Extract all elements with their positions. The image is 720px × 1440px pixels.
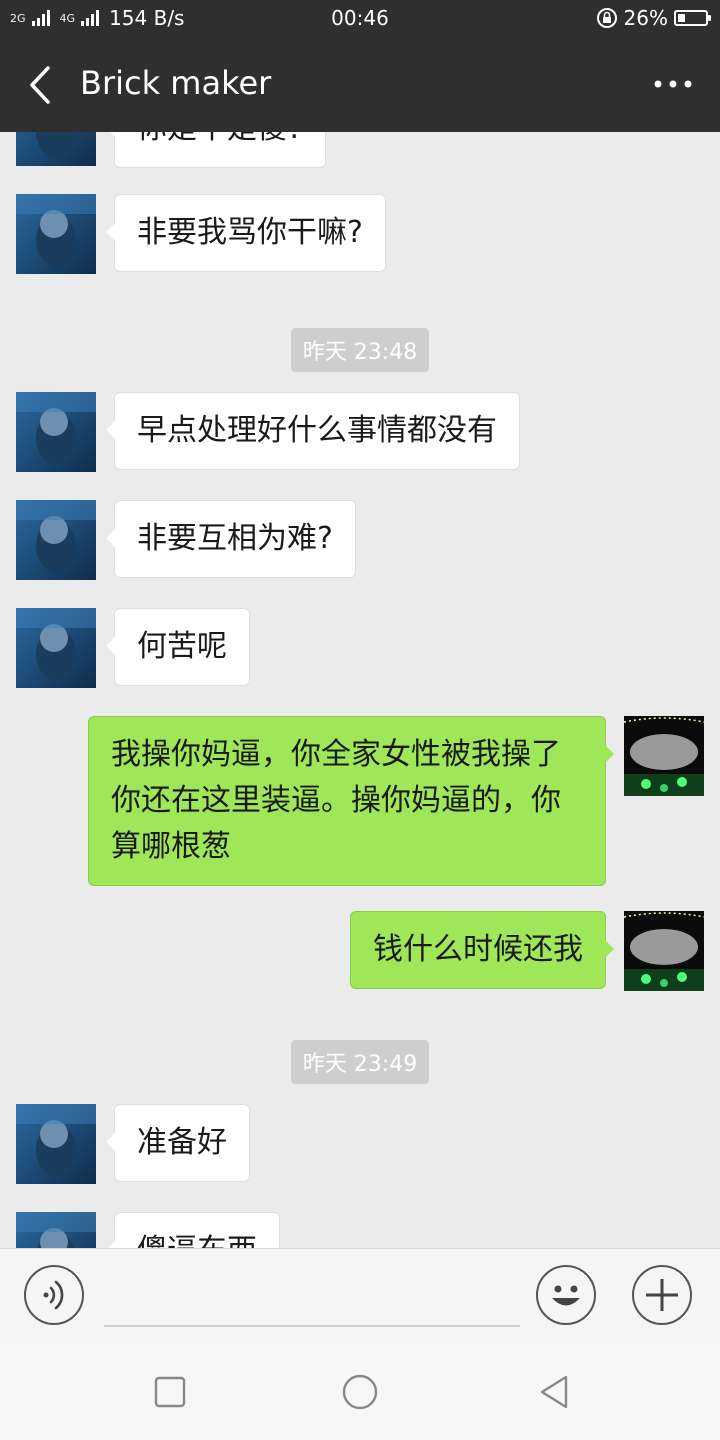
contact-avatar[interactable] xyxy=(16,1212,96,1248)
message-bubble[interactable]: 早点处理好什么事情都没有 xyxy=(106,392,520,470)
recent-apps-button[interactable] xyxy=(150,1372,190,1412)
chat-header: Brick maker xyxy=(0,38,720,132)
more-horizontal-icon xyxy=(654,80,692,88)
contact-avatar[interactable] xyxy=(16,608,96,688)
contact-avatar[interactable] xyxy=(16,194,96,274)
my-avatar[interactable] xyxy=(624,716,704,796)
back-button[interactable] xyxy=(18,60,62,110)
message-bubble[interactable]: 非要互相为难? xyxy=(106,500,356,578)
input-bar xyxy=(0,1248,720,1344)
message-bubble[interactable]: 你是不是傻? xyxy=(106,132,326,168)
triangle-back-icon xyxy=(540,1375,568,1409)
contact-avatar[interactable] xyxy=(16,1104,96,1184)
contact-avatar[interactable] xyxy=(16,392,96,472)
battery-percent: 26% xyxy=(623,6,668,30)
system-nav-bar xyxy=(0,1344,720,1440)
time-label: 昨天 23:49 xyxy=(290,1040,430,1084)
chat-screen: 2G 4G 154 B/s 00:46 26% Brick maker 非要我骂… xyxy=(0,0,720,1440)
home-button[interactable] xyxy=(340,1372,380,1412)
message-bubble[interactable]: 准备好 xyxy=(106,1104,250,1182)
more-button[interactable] xyxy=(648,64,698,104)
my-avatar[interactable] xyxy=(624,911,704,991)
message-bubble[interactable]: 何苦呢 xyxy=(106,608,250,686)
chat-title: Brick maker xyxy=(80,64,272,102)
battery-icon xyxy=(674,10,711,26)
emoji-button[interactable] xyxy=(536,1265,596,1325)
message-bubble[interactable]: 非要我骂你干嘛? xyxy=(106,194,386,272)
message-input[interactable] xyxy=(104,1265,520,1327)
more-functions-button[interactable] xyxy=(632,1265,692,1325)
status-bar: 2G 4G 154 B/s 00:46 26% xyxy=(0,0,720,38)
voice-button[interactable] xyxy=(24,1265,84,1325)
time-divider: 昨天 23:48 xyxy=(0,328,720,372)
status-right: 26% xyxy=(596,6,711,30)
circle-icon xyxy=(342,1374,378,1410)
plus-icon xyxy=(646,1279,678,1311)
message-bubble[interactable]: 钱什么时候还我 xyxy=(350,911,614,989)
message-bubble[interactable]: 傻逼东西 xyxy=(106,1212,280,1248)
contact-avatar[interactable] xyxy=(16,500,96,580)
rotation-lock-icon xyxy=(596,8,617,28)
emoji-icon xyxy=(552,1285,580,1306)
contact-avatar[interactable] xyxy=(16,132,96,166)
chevron-left-icon xyxy=(30,66,50,104)
message-bubble[interactable]: 我操你妈逼，你全家女性被我操了你还在这里装逼。操你妈逼的，你算哪根葱 xyxy=(88,716,614,886)
square-icon xyxy=(154,1376,186,1408)
time-label: 昨天 23:48 xyxy=(290,328,430,372)
voice-icon xyxy=(43,1280,64,1310)
message-list[interactable]: 你是不是傻? 非要我骂你干嘛? 昨天 23:48 早点处理好什么事情都没有 非要… xyxy=(0,132,720,1248)
time-divider: 昨天 23:49 xyxy=(0,1040,720,1084)
nav-back-button[interactable] xyxy=(534,1372,574,1412)
